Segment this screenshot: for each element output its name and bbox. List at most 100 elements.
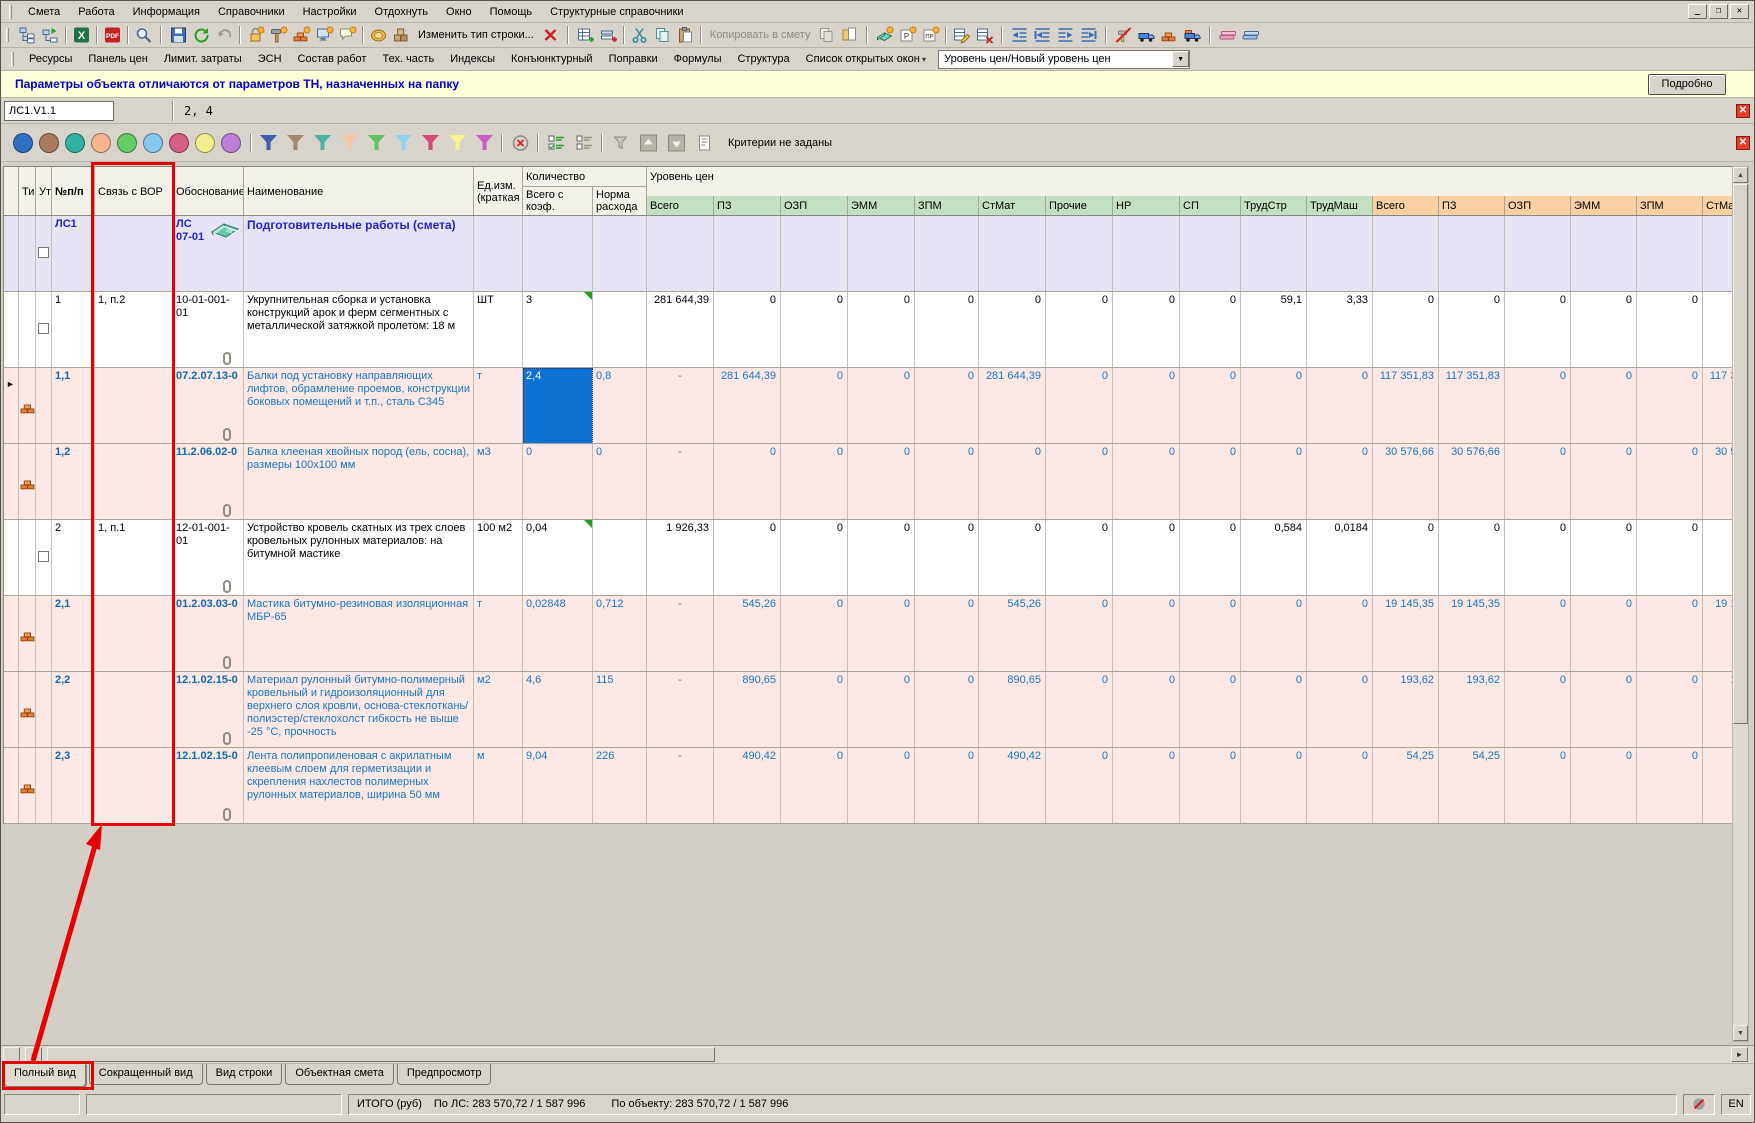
row-insert-icon[interactable] xyxy=(597,24,620,46)
cell-o-emm[interactable] xyxy=(1571,216,1637,292)
formula-bar[interactable]: 2, 4 xyxy=(184,104,213,118)
cell-rate[interactable]: 0,712 xyxy=(593,596,647,672)
scroll-left-icon[interactable]: ◄ xyxy=(25,1047,42,1062)
cell-o-zpm[interactable]: 0 xyxy=(1637,444,1703,520)
details-button[interactable]: Подробно xyxy=(1648,74,1726,95)
panel-button-struktura[interactable]: Структура xyxy=(729,50,797,68)
cell-g-zpm[interactable]: 0 xyxy=(915,368,979,444)
filter-circle-blue[interactable] xyxy=(13,133,33,153)
tree-add-icon[interactable] xyxy=(39,24,62,46)
tab-predprosmotr[interactable]: Предпросмотр xyxy=(397,1064,492,1085)
cell-g-sp[interactable]: 0 xyxy=(1180,292,1241,368)
close-icon[interactable]: ✕ xyxy=(1730,4,1749,19)
cell-g-ozp[interactable]: 0 xyxy=(781,292,848,368)
cell-g-nr[interactable]: 0 xyxy=(1113,368,1180,444)
cell-rate[interactable] xyxy=(593,216,647,292)
cell-g-stmat[interactable]: 281 644,39 xyxy=(979,368,1046,444)
cell-o-ozp[interactable]: 0 xyxy=(1505,596,1571,672)
cell-g-pz[interactable]: 0 xyxy=(714,444,781,520)
cell-o-total[interactable]: 0 xyxy=(1373,520,1439,596)
cell-o-emm[interactable]: 0 xyxy=(1571,596,1637,672)
filter-circle-brown[interactable] xyxy=(39,133,59,153)
paste-orange-icon[interactable] xyxy=(838,24,861,46)
cell-g-emm[interactable]: 0 xyxy=(848,520,915,596)
cell-g-nr[interactable]: 0 xyxy=(1113,520,1180,596)
horizontal-scrollbar[interactable]: ◄ ► xyxy=(1,1046,1754,1064)
filter-funnel-icon-green[interactable] xyxy=(368,135,385,150)
cell-ti[interactable] xyxy=(19,672,36,748)
cell-name[interactable]: Подготовительные работы (смета) xyxy=(244,216,474,292)
cell-g-emm[interactable]: 0 xyxy=(848,672,915,748)
cell-g-ozp[interactable]: 0 xyxy=(781,748,848,824)
cell-g-ozp[interactable]: 0 xyxy=(781,520,848,596)
cell-g-stmat[interactable]: 890,65 xyxy=(979,672,1046,748)
cell-g-emm[interactable] xyxy=(848,216,915,292)
cell-o-pz[interactable]: 0 xyxy=(1439,292,1505,368)
menu-item-nastroyki[interactable]: Настройки xyxy=(294,3,366,21)
cell-vor[interactable]: 1, п.1 xyxy=(95,520,173,596)
cell-qty[interactable]: 4,6 xyxy=(523,672,593,748)
cell-g-zpm[interactable]: 0 xyxy=(915,292,979,368)
cell-qty[interactable] xyxy=(523,216,593,292)
approve-checkbox[interactable] xyxy=(38,247,49,258)
cell-num[interactable]: 1 xyxy=(52,292,95,368)
filter-funnel-icon-peach[interactable] xyxy=(341,135,358,150)
cell-ti[interactable] xyxy=(19,292,36,368)
scroll-right-icon[interactable]: ► xyxy=(1731,1047,1748,1062)
truck-bricks-icon[interactable] xyxy=(1181,24,1204,46)
cell-name[interactable]: Укрупнительная сборка и установка констр… xyxy=(244,292,474,368)
cell-o-stmat[interactable]: 30 576,66 xyxy=(1703,444,1733,520)
cell-ti[interactable] xyxy=(19,596,36,672)
cell-gutter[interactable] xyxy=(4,216,19,292)
scroll-up-icon[interactable]: ▲ xyxy=(1733,167,1748,183)
cell-o-ozp[interactable]: 0 xyxy=(1505,748,1571,824)
cell-qty[interactable]: 0,02848 xyxy=(523,596,593,672)
cell-unit[interactable]: м3 xyxy=(474,444,523,520)
cell-g-emm[interactable]: 0 xyxy=(848,368,915,444)
cell-g-trudstr[interactable]: 59,1 xyxy=(1241,292,1307,368)
cell-o-zpm[interactable]: 0 xyxy=(1637,672,1703,748)
row-edit-icon[interactable] xyxy=(950,24,973,46)
cell-just[interactable]: 12-01-001-01 xyxy=(173,520,244,596)
cell-g-pz[interactable]: 281 644,39 xyxy=(714,368,781,444)
cell-rate[interactable] xyxy=(593,520,647,596)
cell-g-pz[interactable]: 490,42 xyxy=(714,748,781,824)
cell-g-trudstr[interactable]: 0 xyxy=(1241,748,1307,824)
cell-g-zpm[interactable]: 0 xyxy=(915,672,979,748)
cell-ti[interactable] xyxy=(19,216,36,292)
toolbar-grip[interactable] xyxy=(9,5,12,19)
toolbar-button-change-row-type[interactable]: Изменить тип строки... xyxy=(413,24,539,46)
tab-obektnaya-smeta[interactable]: Объектная смета xyxy=(285,1064,394,1085)
indent-right-end-icon[interactable] xyxy=(1031,24,1054,46)
cell-gutter[interactable] xyxy=(4,292,19,368)
panel-button-tekh-chast[interactable]: Тех. часть xyxy=(374,50,442,68)
cell-o-stmat[interactable]: 117 351,83 xyxy=(1703,368,1733,444)
cell-vor[interactable] xyxy=(95,444,173,520)
cell-gutter[interactable]: ► xyxy=(4,368,19,444)
approve-checkbox[interactable] xyxy=(38,551,49,562)
cell-g-prochie[interactable]: 0 xyxy=(1046,748,1113,824)
cell-g-stmat[interactable]: 0 xyxy=(979,292,1046,368)
cell-num[interactable]: ЛС1 xyxy=(52,216,95,292)
cell-g-trudstr[interactable]: 0 xyxy=(1241,444,1307,520)
restore-icon[interactable]: ❐ xyxy=(1709,4,1728,19)
cell-g-ozp[interactable]: 0 xyxy=(781,596,848,672)
cell-g-trudmash[interactable]: 3,33 xyxy=(1307,292,1373,368)
unlock-icon[interactable] xyxy=(244,24,267,46)
cell-o-total[interactable] xyxy=(1373,216,1439,292)
cell-unit[interactable]: м2 xyxy=(474,672,523,748)
doc-icon[interactable] xyxy=(692,131,716,155)
cell-o-ozp[interactable]: 0 xyxy=(1505,368,1571,444)
cell-o-ozp[interactable] xyxy=(1505,216,1571,292)
cell-g-nr[interactable]: 0 xyxy=(1113,596,1180,672)
cell-just[interactable]: ЛС 07-01ЛС xyxy=(173,216,244,292)
cell-ut[interactable] xyxy=(36,748,52,824)
menu-item-strukturnye-spravochniki[interactable]: Структурные справочники xyxy=(541,3,692,21)
cell-g-ozp[interactable] xyxy=(781,216,848,292)
cell-g-prochie[interactable]: 0 xyxy=(1046,292,1113,368)
cell-name[interactable]: Устройство кровель скатных из трех слоев… xyxy=(244,520,474,596)
filter-funnel-icon-yellow[interactable] xyxy=(449,135,466,150)
tree-view-icon[interactable] xyxy=(16,24,39,46)
cell-g-trudmash[interactable]: 0 xyxy=(1307,444,1373,520)
cell-name[interactable]: Лента полипропиленовая с акрилатным клее… xyxy=(244,748,474,824)
